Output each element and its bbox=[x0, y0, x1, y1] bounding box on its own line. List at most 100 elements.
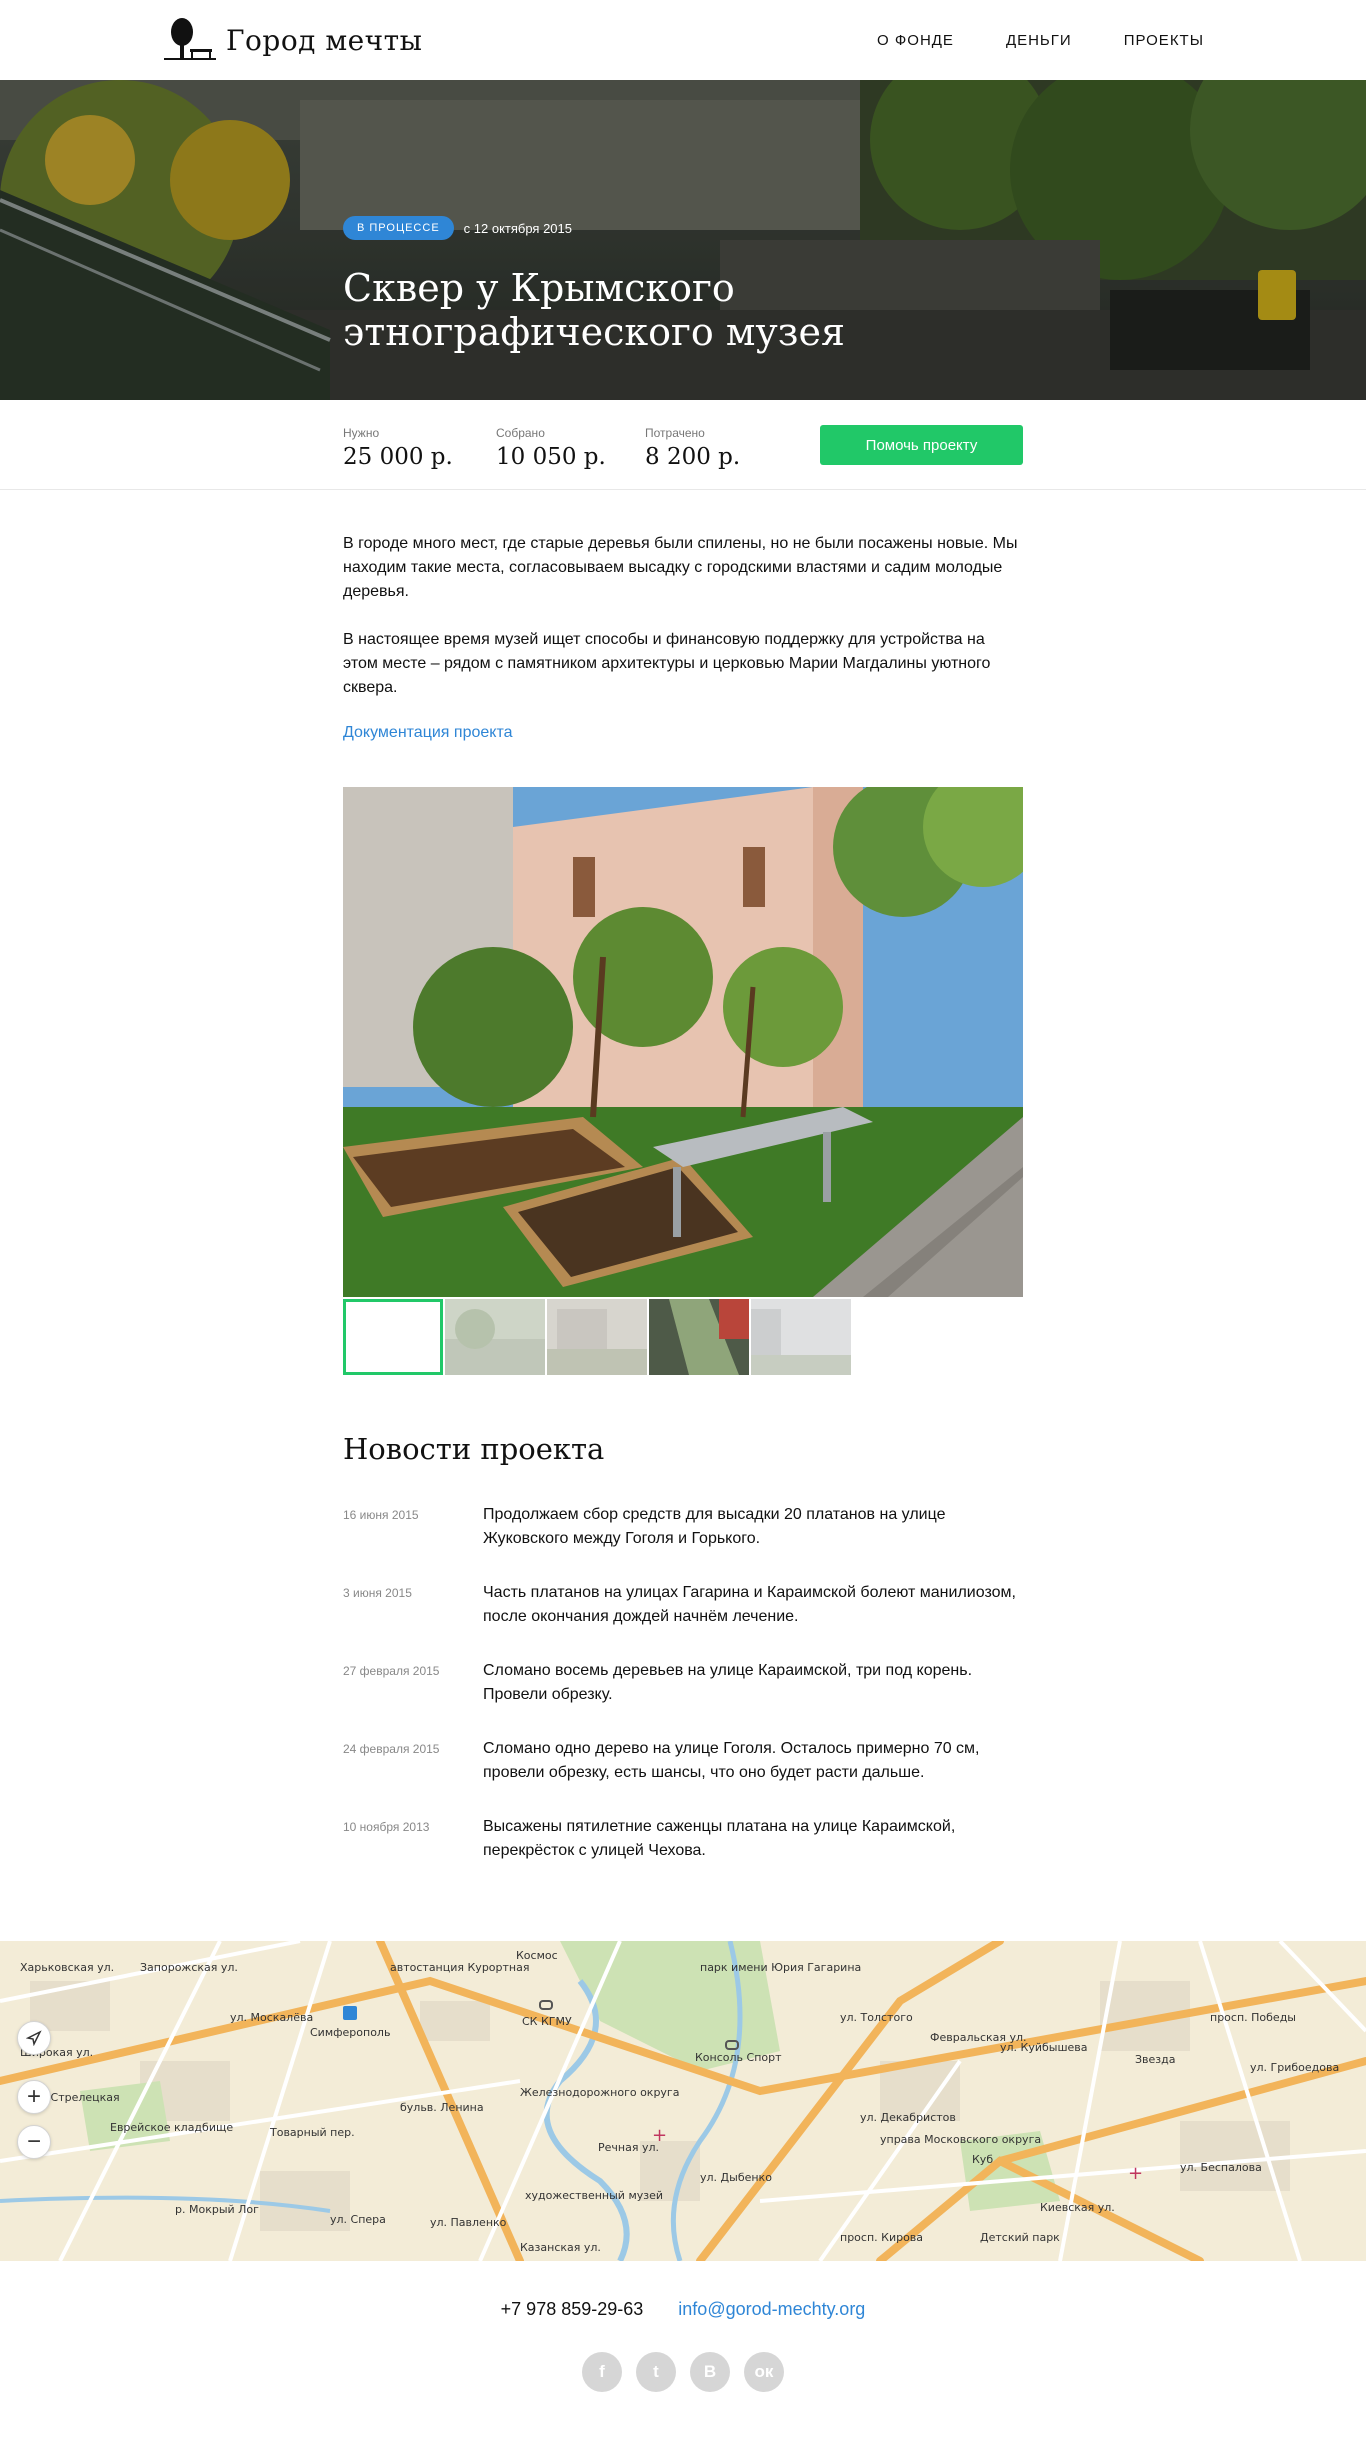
gallery-thumbnail[interactable] bbox=[547, 1299, 647, 1375]
project-description: В городе много мест, где старые деревья … bbox=[343, 532, 1023, 742]
footer-contacts: +7 978 859-29-63 info@gorod-mechty.org bbox=[0, 2299, 1366, 2320]
description-paragraph: В настоящее время музей ищет способы и ф… bbox=[343, 631, 991, 696]
social-links: f t В ок bbox=[0, 2352, 1366, 2392]
logo-text: Город мечты bbox=[226, 23, 423, 57]
map-label: СК КГМУ bbox=[522, 2015, 572, 2028]
map-label: просп. Кирова bbox=[840, 2231, 923, 2244]
map-label: управа Московского округа bbox=[880, 2133, 1041, 2146]
nav-item-about[interactable]: О ФОНДЕ bbox=[877, 32, 954, 49]
map-label: Запорожская ул. bbox=[140, 1961, 238, 1974]
description-paragraph: В городе много мест, где старые деревья … bbox=[343, 535, 1018, 600]
stat-needed-label: Нужно bbox=[343, 426, 380, 440]
stat-needed-value: 25 000 р. bbox=[343, 444, 453, 470]
funding-stats: Нужно 25 000 р. Собрано 10 050 р. Потрач… bbox=[0, 400, 1366, 490]
map-label: парк имени Юрия Гагарина bbox=[700, 1961, 861, 1974]
map-label: ул. Декабристов bbox=[860, 2111, 956, 2124]
map-label: автостанция Курортная bbox=[390, 1961, 529, 1974]
tree-bench-icon bbox=[164, 18, 216, 60]
map-label: ул. Спера bbox=[330, 2213, 386, 2226]
map-label: Симферополь bbox=[310, 2026, 390, 2039]
site-header: Город мечты О ФОНДЕ ДЕНЬГИ ПРОЕКТЫ bbox=[0, 0, 1366, 80]
facebook-icon[interactable]: f bbox=[582, 2352, 622, 2392]
news-text: Продолжаем сбор средств для высадки 20 п… bbox=[483, 1506, 946, 1547]
map-label: ул. Куйбышева bbox=[1000, 2041, 1088, 2054]
news-text: Высажены пятилетние саженцы платана на у… bbox=[483, 1818, 956, 1859]
map-label: ул. Дыбенко bbox=[700, 2171, 772, 2184]
map-label: Куб bbox=[972, 2153, 993, 2166]
garden-photo bbox=[343, 787, 1023, 1297]
map-zoom-in-button[interactable]: + bbox=[17, 2080, 51, 2114]
map-label: Космос bbox=[516, 1949, 558, 1962]
news-item: 3 июня 2015 Часть платанов на улицах Гаг… bbox=[343, 1578, 1023, 1656]
map-label: просп. Победы bbox=[1210, 2011, 1296, 2024]
stat-collected-label: Собрано bbox=[496, 426, 545, 440]
map-locate-button[interactable] bbox=[17, 2021, 51, 2055]
gallery-main-photo bbox=[343, 787, 1023, 1297]
vk-icon[interactable]: В bbox=[690, 2352, 730, 2392]
news-item: 27 февраля 2015 Сломано восемь деревьев … bbox=[343, 1656, 1023, 1734]
stat-collected: Собрано 10 050 р. bbox=[496, 426, 606, 470]
help-project-button[interactable]: Помочь проекту bbox=[820, 425, 1023, 465]
map-label: ул. Беспалова bbox=[1180, 2161, 1262, 2174]
news-date: 16 июня 2015 bbox=[343, 1508, 419, 1522]
news-text: Сломано восемь деревьев на улице Караимс… bbox=[483, 1662, 973, 1703]
news-heading: Новости проекта bbox=[343, 1432, 605, 1466]
gallery-thumbnail[interactable] bbox=[751, 1299, 851, 1375]
city-map[interactable]: Харьковская ул. Запорожская ул. ул. Моск… bbox=[0, 1941, 1366, 2261]
map-zoom-out-button[interactable]: − bbox=[17, 2125, 51, 2159]
location-arrow-icon bbox=[26, 2030, 42, 2046]
news-item: 24 февраля 2015 Сломано одно дерево на у… bbox=[343, 1734, 1023, 1812]
stat-needed: Нужно 25 000 р. bbox=[343, 426, 453, 470]
news-text: Часть платанов на улицах Гагарина и Кара… bbox=[483, 1584, 1016, 1625]
map-label: Железнодорожного округа bbox=[520, 2086, 679, 2099]
map-label: ул. Толстого bbox=[840, 2011, 913, 2024]
twitter-icon[interactable]: t bbox=[636, 2352, 676, 2392]
map-label: художественный музей bbox=[525, 2189, 663, 2202]
map-label: Детский парк bbox=[980, 2231, 1060, 2244]
map-label: бульв. Ленина bbox=[400, 2101, 484, 2114]
gallery-thumbnails bbox=[343, 1299, 851, 1375]
news-date: 27 февраля 2015 bbox=[343, 1664, 440, 1678]
map-label: Речная ул. bbox=[598, 2141, 659, 2154]
map-label: ул. Павленко bbox=[430, 2216, 507, 2229]
news-date: 3 июня 2015 bbox=[343, 1586, 412, 1600]
odnoklassniki-icon[interactable]: ок bbox=[744, 2352, 784, 2392]
map-label: Звезда bbox=[1135, 2053, 1176, 2066]
stat-spent-value: 8 200 р. bbox=[645, 444, 741, 470]
nav-item-projects[interactable]: ПРОЕКТЫ bbox=[1124, 32, 1204, 49]
news-date: 24 февраля 2015 bbox=[343, 1742, 440, 1756]
gallery-thumbnail[interactable] bbox=[445, 1299, 545, 1375]
svg-text:+: + bbox=[1128, 2163, 1143, 2184]
footer-phone[interactable]: +7 978 859-29-63 bbox=[501, 2299, 644, 2319]
documentation-link[interactable]: Документация проекта bbox=[343, 724, 1023, 742]
stat-spent: Потрачено 8 200 р. bbox=[645, 426, 740, 470]
stat-spent-label: Потрачено bbox=[645, 426, 705, 440]
map-label: р. Мокрый Лог bbox=[175, 2203, 259, 2216]
site-footer: +7 978 859-29-63 info@gorod-mechty.org f… bbox=[0, 2261, 1366, 2450]
footer-email-link[interactable]: info@gorod-mechty.org bbox=[678, 2299, 865, 2319]
news-item: 10 ноября 2013 Высажены пятилетние сажен… bbox=[343, 1812, 1023, 1890]
map-label: Товарный пер. bbox=[269, 2126, 355, 2139]
news-text: Сломано одно дерево на улице Гоголя. Ост… bbox=[483, 1740, 980, 1781]
page-title: Сквер у Крымского этнографического музея bbox=[343, 266, 845, 354]
news-date: 10 ноября 2013 bbox=[343, 1820, 430, 1834]
map-canvas: Харьковская ул. Запорожская ул. ул. Моск… bbox=[0, 1941, 1366, 2261]
news-item: 16 июня 2015 Продолжаем сбор средств для… bbox=[343, 1500, 1023, 1578]
hero-date: с 12 октября 2015 bbox=[463, 220, 572, 236]
svg-text:+: + bbox=[652, 2125, 667, 2146]
map-label: Консоль Спорт bbox=[695, 2051, 782, 2064]
hero-banner: В ПРОЦЕССЕ с 12 октября 2015 Сквер у Кры… bbox=[0, 80, 1366, 400]
hero-meta: В ПРОЦЕССЕ с 12 октября 2015 bbox=[343, 216, 572, 240]
map-label: Казанская ул. bbox=[520, 2241, 601, 2254]
map-label: Харьковская ул. bbox=[20, 1961, 114, 1974]
stat-collected-value: 10 050 р. bbox=[496, 444, 606, 470]
main-nav: О ФОНДЕ ДЕНЬГИ ПРОЕКТЫ bbox=[877, 0, 1204, 80]
gallery-thumbnail[interactable] bbox=[649, 1299, 749, 1375]
map-label: ул. Москалёва bbox=[230, 2011, 313, 2024]
nav-item-money[interactable]: ДЕНЬГИ bbox=[1006, 32, 1072, 49]
gallery-thumbnail[interactable] bbox=[343, 1299, 443, 1375]
news-list: 16 июня 2015 Продолжаем сбор средств для… bbox=[343, 1500, 1023, 1890]
map-label: ул. Грибоедова bbox=[1250, 2061, 1339, 2074]
logo[interactable]: Город мечты bbox=[162, 16, 422, 64]
map-label: Киевская ул. bbox=[1040, 2201, 1115, 2214]
